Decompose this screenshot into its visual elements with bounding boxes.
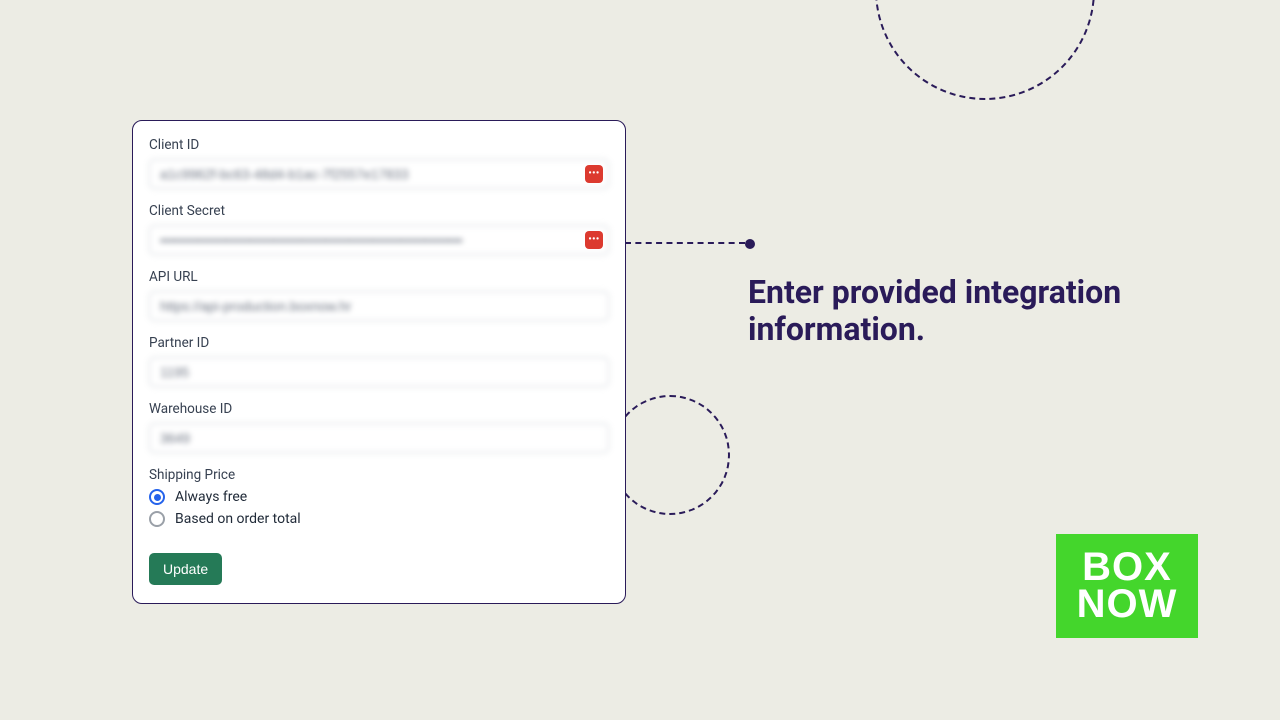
client-id-input-wrap: ••• xyxy=(149,159,609,189)
password-manager-icon-glyph: ••• xyxy=(588,170,599,179)
logo-line-1: BOX xyxy=(1082,549,1172,586)
api-url-input[interactable] xyxy=(149,291,609,321)
decorative-circle-top xyxy=(875,0,1095,100)
client-secret-input[interactable] xyxy=(149,225,609,255)
shipping-price-label: Shipping Price xyxy=(149,467,609,483)
client-id-label: Client ID xyxy=(149,137,609,153)
shipping-price-radio-group: Always free Based on order total xyxy=(149,489,609,527)
boxnow-logo: BOX NOW xyxy=(1056,534,1198,638)
partner-id-input-wrap xyxy=(149,357,609,387)
decorative-circle-mid xyxy=(610,395,730,515)
warehouse-id-input[interactable] xyxy=(149,423,609,453)
api-url-label: API URL xyxy=(149,269,609,285)
partner-id-label: Partner ID xyxy=(149,335,609,351)
warehouse-id-label: Warehouse ID xyxy=(149,401,609,417)
update-button[interactable]: Update xyxy=(149,553,222,585)
password-manager-icon[interactable]: ••• xyxy=(585,231,603,249)
radio-row-based-on-total[interactable]: Based on order total xyxy=(149,511,609,527)
password-manager-icon-glyph: ••• xyxy=(588,236,599,245)
logo-line-2: NOW xyxy=(1077,586,1178,623)
connector-line xyxy=(625,242,745,244)
integration-form-card: Client ID ••• Client Secret ••• API URL … xyxy=(132,120,626,604)
client-id-input[interactable] xyxy=(149,159,609,189)
radio-row-always-free[interactable]: Always free xyxy=(149,489,609,505)
client-secret-input-wrap: ••• xyxy=(149,225,609,255)
client-secret-label: Client Secret xyxy=(149,203,609,219)
radio-always-free-label: Always free xyxy=(175,489,247,505)
partner-id-input[interactable] xyxy=(149,357,609,387)
password-manager-icon[interactable]: ••• xyxy=(585,165,603,183)
api-url-input-wrap xyxy=(149,291,609,321)
warehouse-id-input-wrap xyxy=(149,423,609,453)
radio-based-on-total[interactable] xyxy=(149,511,165,527)
headline-text: Enter provided integration information. xyxy=(748,274,1168,348)
radio-always-free[interactable] xyxy=(149,489,165,505)
radio-based-on-total-label: Based on order total xyxy=(175,511,301,527)
